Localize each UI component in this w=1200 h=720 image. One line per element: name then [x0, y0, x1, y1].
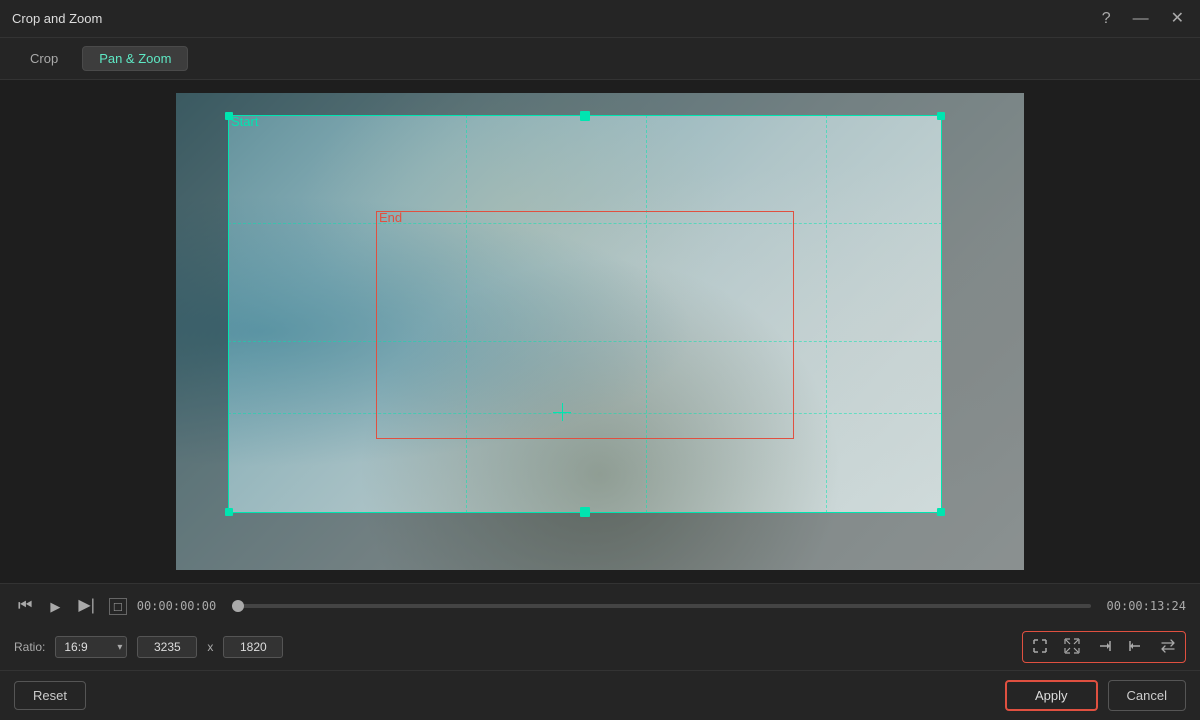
rewind-button[interactable]: ⏮ — [14, 596, 36, 616]
dim-separator: x — [207, 640, 213, 654]
right-gutter — [1025, 80, 1200, 583]
canvas-container: Start End — [175, 80, 1025, 583]
time-start: 00:00:00:00 — [137, 599, 216, 613]
action-right: Apply Cancel — [1005, 680, 1186, 711]
main-area: Start End — [0, 80, 1200, 583]
dim-top — [176, 93, 1024, 115]
dim-right — [942, 115, 1024, 513]
timeline-track[interactable] — [232, 604, 1090, 608]
align-left-icon-button[interactable] — [1121, 634, 1151, 660]
ratio-wrapper: 16:9 4:3 1:1 9:16 Custom — [55, 636, 127, 658]
dim-bottom — [176, 513, 1024, 570]
minimize-button[interactable]: — — [1129, 9, 1153, 29]
dim-left — [176, 115, 228, 513]
left-gutter — [0, 80, 175, 583]
close-button[interactable]: ✕ — [1167, 9, 1188, 29]
swap-icon-button[interactable] — [1153, 634, 1183, 660]
title-bar-right: ? — ✕ — [1098, 9, 1188, 29]
timeline-playhead[interactable] — [232, 600, 244, 612]
time-end: 00:00:13:24 — [1107, 599, 1186, 613]
playback-row: ⏮ ▶ ▶| □ 00:00:00:00 00:00:13:24 — [0, 584, 1200, 628]
action-row: Reset Apply Cancel — [0, 670, 1200, 720]
play-button[interactable]: ▶ — [46, 598, 64, 615]
options-row: Ratio: 16:9 4:3 1:1 9:16 Custom x — [0, 628, 1200, 670]
tab-pan-zoom[interactable]: Pan & Zoom — [82, 46, 188, 71]
icon-button-group — [1022, 631, 1186, 663]
align-right-icon-button[interactable] — [1089, 634, 1119, 660]
reset-button[interactable]: Reset — [14, 681, 86, 710]
ratio-select[interactable]: 16:9 4:3 1:1 9:16 Custom — [55, 636, 127, 658]
title-bar: Crop and Zoom ? — ✕ — [0, 0, 1200, 38]
bottom-bar: ⏮ ▶ ▶| □ 00:00:00:00 00:00:13:24 Ratio: … — [0, 583, 1200, 720]
tabs-row: Crop Pan & Zoom — [0, 38, 1200, 80]
tab-crop[interactable]: Crop — [14, 47, 74, 70]
cancel-button[interactable]: Cancel — [1108, 680, 1186, 711]
width-input[interactable] — [137, 636, 197, 658]
ratio-label: Ratio: — [14, 640, 45, 654]
stop-button[interactable]: □ — [109, 598, 127, 615]
height-input[interactable] — [223, 636, 283, 658]
title-bar-left: Crop and Zoom — [12, 11, 102, 26]
window-title: Crop and Zoom — [12, 11, 102, 26]
apply-button[interactable]: Apply — [1005, 680, 1098, 711]
fit-icon-button[interactable] — [1025, 634, 1055, 660]
video-scene — [176, 93, 1024, 570]
video-canvas[interactable]: Start End — [176, 93, 1024, 570]
help-button[interactable]: ? — [1098, 9, 1115, 29]
step-forward-button[interactable]: ▶| — [74, 596, 98, 616]
expand-icon-button[interactable] — [1057, 634, 1087, 660]
